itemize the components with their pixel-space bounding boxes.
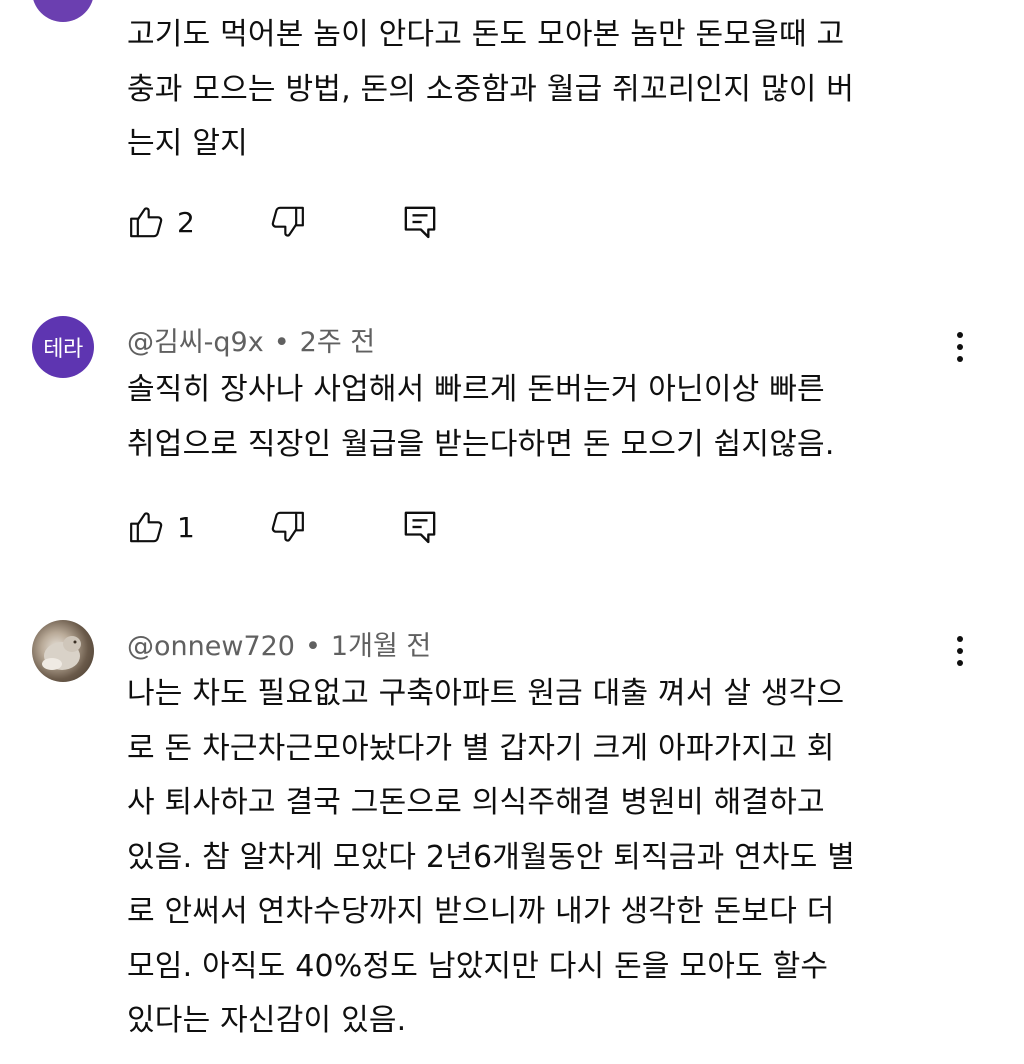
- author-handle[interactable]: @김씨-q9x: [127, 327, 264, 358]
- comment-actions: 1: [127, 505, 440, 549]
- thumbs-down-icon[interactable]: [267, 202, 307, 242]
- author-handle[interactable]: @onnew720: [127, 631, 295, 662]
- comment-time: 2주 전: [299, 327, 376, 358]
- reply-icon[interactable]: [400, 507, 440, 547]
- like-count: 1: [177, 510, 195, 544]
- comment-actions: 2: [127, 200, 440, 244]
- meta-separator: •: [304, 631, 321, 662]
- avatar-photo-icon: [42, 636, 81, 670]
- comment-text: 고기도 먹어본 놈이 안다고 돈도 모아본 놈만 돈모을때 고 충과 모으는 방…: [127, 17, 855, 161]
- comment-text: 나는 차도 필요없고 구축아파트 원금 대출 껴서 살 생각으 로 돈 차근차근…: [127, 676, 856, 1038]
- meta-separator: •: [273, 327, 290, 358]
- comment-meta: @onnew720 • 1개월 전: [127, 624, 431, 663]
- avatar[interactable]: [32, 620, 94, 682]
- avatar[interactable]: 테라: [32, 316, 94, 378]
- thumbs-down-icon[interactable]: [267, 507, 307, 547]
- avatar[interactable]: [32, 0, 94, 22]
- comment-meta: @김씨-q9x • 2주 전: [127, 320, 375, 359]
- reply-icon[interactable]: [400, 202, 440, 242]
- thumbs-up-icon[interactable]: [127, 507, 167, 547]
- like-count: 2: [177, 205, 195, 239]
- thumbs-up-icon[interactable]: [127, 202, 167, 242]
- comment-text: 솔직히 장사나 사업해서 빠르게 돈버는거 아닌이상 빠른 취업으로 직장인 월…: [127, 372, 835, 462]
- comment-time: 1개월 전: [330, 631, 432, 662]
- comments-page: 고기도 먹어본 놈이 안다고 돈도 모아본 놈만 돈모을때 고 충과 모으는 방…: [0, 0, 1024, 1064]
